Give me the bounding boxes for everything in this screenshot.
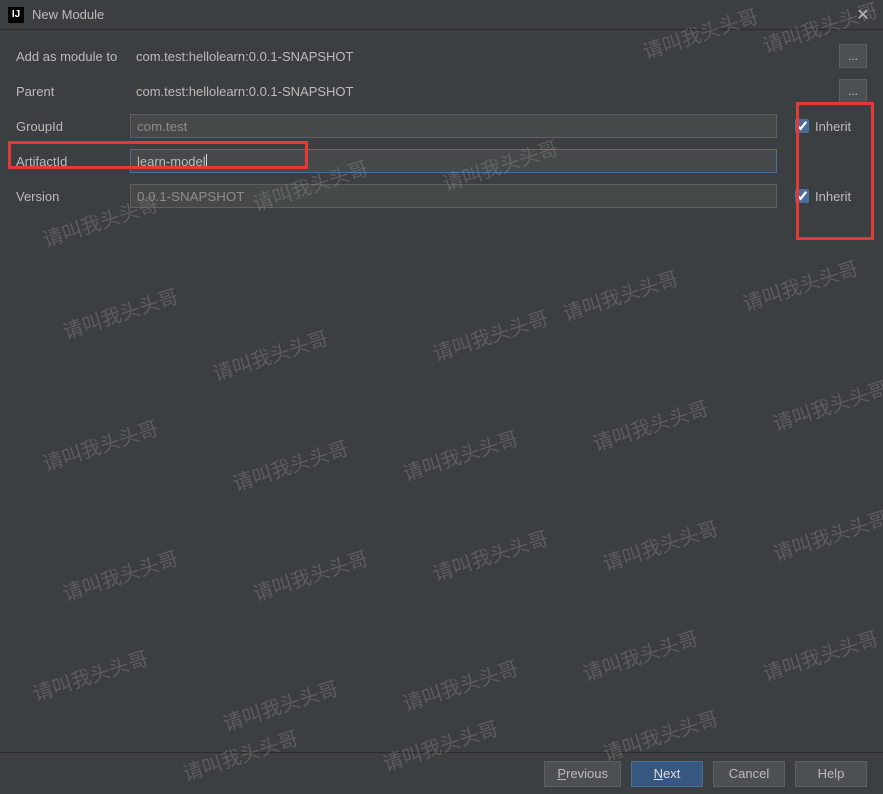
watermark-text: 请叫我头头哥 [208, 322, 331, 387]
window-title: New Module [32, 7, 843, 22]
inherit-version[interactable]: Inherit [795, 189, 867, 204]
value-parent: com.test:hellolearn:0.0.1-SNAPSHOT [130, 80, 821, 103]
watermark-text: 请叫我头头哥 [588, 392, 711, 457]
watermark-text: 请叫我头头哥 [398, 422, 521, 487]
previous-button[interactable]: Previous [544, 761, 621, 787]
label-artifact-id: ArtifactId [16, 154, 130, 169]
watermark-text: 请叫我头头哥 [768, 372, 883, 437]
watermark-text: 请叫我头头哥 [578, 622, 701, 687]
watermark-text: 请叫我头头哥 [228, 432, 351, 497]
cancel-button[interactable]: Cancel [713, 761, 785, 787]
label-group-id: GroupId [16, 119, 130, 134]
browse-add-as-module-button[interactable]: ... [839, 44, 867, 68]
label-add-as-module: Add as module to [16, 49, 130, 64]
form-area: Add as module to com.test:hellolearn:0.0… [0, 30, 883, 208]
label-inherit-version: Inherit [815, 189, 851, 204]
watermark-text: 请叫我头头哥 [558, 262, 681, 327]
checkbox-inherit-group-id[interactable] [795, 119, 809, 133]
previous-rest: revious [566, 766, 608, 781]
input-artifact-id[interactable]: learn-model [130, 149, 777, 173]
label-inherit-group-id: Inherit [815, 119, 851, 134]
browse-parent-button[interactable]: ... [839, 79, 867, 103]
watermark-text: 请叫我头头哥 [248, 542, 371, 607]
next-button[interactable]: Next [631, 761, 703, 787]
title-bar: IJ New Module ✕ [0, 0, 883, 30]
label-parent: Parent [16, 84, 130, 99]
row-add-as-module: Add as module to com.test:hellolearn:0.0… [16, 44, 867, 68]
watermark-text: 请叫我头头哥 [758, 622, 881, 687]
watermark-text: 请叫我头头哥 [28, 642, 151, 707]
input-group-id[interactable] [130, 114, 777, 138]
watermark-text: 请叫我头头哥 [738, 252, 861, 317]
watermark-text: 请叫我头头哥 [218, 672, 341, 737]
watermark-text: 请叫我头头哥 [428, 302, 551, 367]
checkbox-inherit-version[interactable] [795, 189, 809, 203]
close-icon[interactable]: ✕ [843, 0, 883, 30]
next-rest: ext [663, 766, 680, 781]
help-button[interactable]: Help [795, 761, 867, 787]
input-version[interactable] [130, 184, 777, 208]
watermark-text: 请叫我头头哥 [58, 280, 181, 345]
footer-bar: Previous Next Cancel Help [0, 752, 883, 794]
row-artifact-id: ArtifactId learn-model [16, 149, 867, 173]
watermark-text: 请叫我头头哥 [598, 512, 721, 577]
watermark-text: 请叫我头头哥 [58, 542, 181, 607]
watermark-text: 请叫我头头哥 [38, 412, 161, 477]
value-add-as-module: com.test:hellolearn:0.0.1-SNAPSHOT [130, 45, 821, 68]
watermark-text: 请叫我头头哥 [428, 522, 551, 587]
row-group-id: GroupId Inherit [16, 114, 867, 138]
row-parent: Parent com.test:hellolearn:0.0.1-SNAPSHO… [16, 79, 867, 103]
input-artifact-id-text: learn-model [137, 154, 206, 169]
label-version: Version [16, 189, 130, 204]
app-icon: IJ [8, 7, 24, 23]
row-version: Version Inherit [16, 184, 867, 208]
watermark-text: 请叫我头头哥 [768, 502, 883, 567]
text-caret-icon [206, 154, 207, 168]
inherit-group-id[interactable]: Inherit [795, 119, 867, 134]
watermark-text: 请叫我头头哥 [398, 652, 521, 717]
